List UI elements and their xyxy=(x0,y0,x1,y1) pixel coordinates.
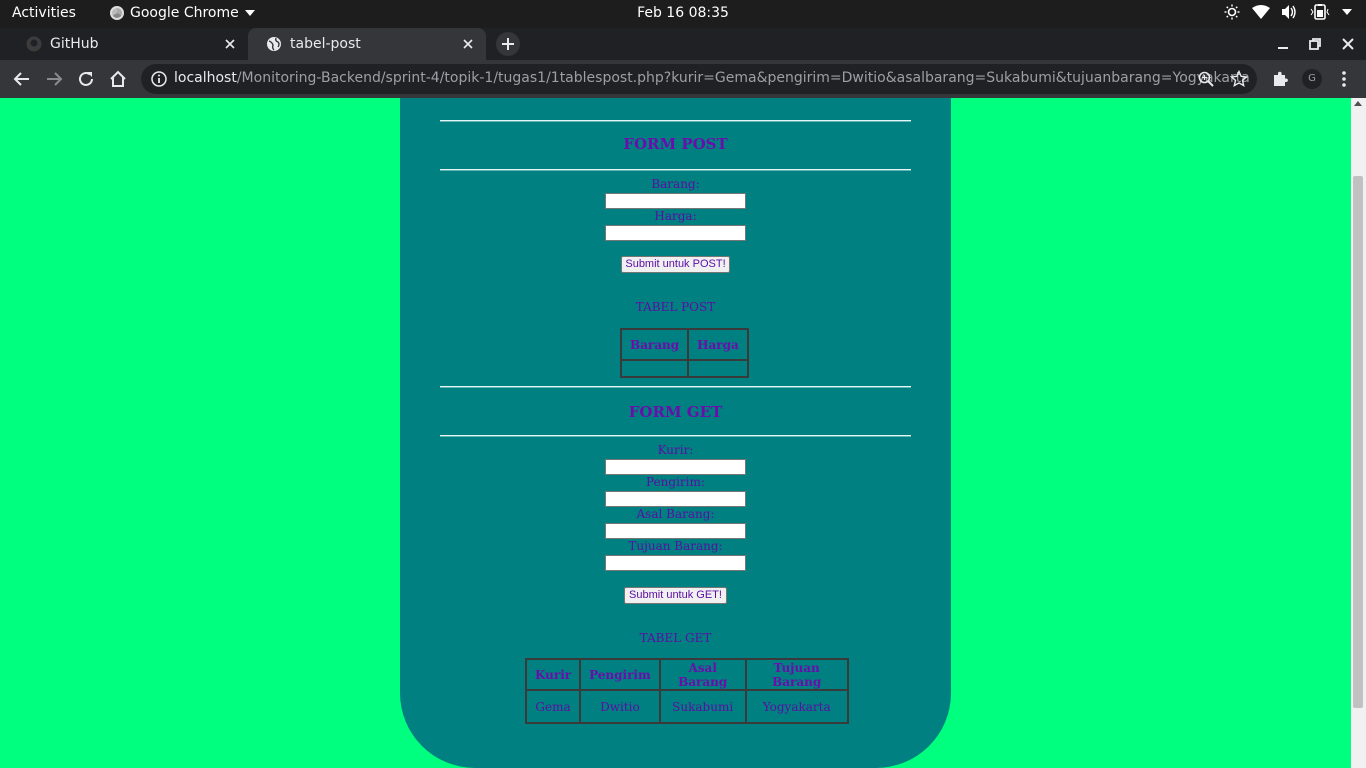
divider xyxy=(440,169,911,171)
puzzle-icon xyxy=(1274,71,1288,86)
battery-icon xyxy=(1310,4,1330,20)
table-cell: Yogyakarta xyxy=(745,690,848,723)
tab-title: GitHub xyxy=(50,36,99,52)
submit-get-button[interactable]: Submit untuk GET! xyxy=(624,587,727,604)
scroll-up-arrow-icon[interactable] xyxy=(1354,101,1362,106)
tujuan-barang-label: Tujuan Barang: xyxy=(628,539,723,553)
app-menu[interactable]: Google Chrome xyxy=(110,5,255,21)
table-post: Barang Harga xyxy=(620,328,749,378)
extensions-button[interactable] xyxy=(1270,69,1290,89)
browser-toolbar: localhost/Monitoring-Backend/sprint-4/to… xyxy=(0,60,1366,98)
tab-github[interactable]: GitHub xyxy=(8,28,248,60)
table-row xyxy=(621,360,748,377)
new-tab-button[interactable] xyxy=(496,32,520,56)
chrome-icon xyxy=(110,6,124,20)
home-icon xyxy=(110,70,126,87)
address-bar[interactable]: localhost/Monitoring-Backend/sprint-4/to… xyxy=(141,64,1257,94)
divider xyxy=(440,435,911,437)
forward-button[interactable] xyxy=(44,69,64,89)
wifi-icon xyxy=(1252,5,1270,19)
table-get-caption: TABEL GET xyxy=(639,631,712,645)
tujuan-barang-input[interactable] xyxy=(605,555,746,571)
form-get-heading: FORM GET xyxy=(628,403,723,421)
pengirim-input[interactable] xyxy=(605,491,746,507)
brightness-icon xyxy=(1224,4,1240,20)
restore-icon[interactable] xyxy=(1307,36,1323,52)
reload-icon xyxy=(79,71,93,86)
caret-down-icon xyxy=(244,10,255,16)
close-tab-icon[interactable] xyxy=(222,36,238,52)
column-header: Kurir xyxy=(526,659,581,690)
submit-post-button[interactable]: Submit untuk POST! xyxy=(621,256,730,273)
github-icon xyxy=(26,36,42,52)
asal-barang-input[interactable] xyxy=(605,523,746,539)
column-header: Barang xyxy=(621,329,689,360)
vertical-scrollbar[interactable] xyxy=(1351,98,1366,768)
tab-title: tabel-post xyxy=(290,36,361,52)
profile-avatar[interactable]: G xyxy=(1302,69,1322,89)
table-get: Kurir Pengirim Asal Barang Tujuan Barang… xyxy=(525,658,849,724)
plus-icon xyxy=(502,38,514,50)
barang-input[interactable] xyxy=(605,193,746,209)
harga-label: Harga: xyxy=(654,209,697,223)
column-header: Asal Barang xyxy=(659,659,746,690)
column-header: Harga xyxy=(688,329,748,360)
table-cell: Sukabumi xyxy=(659,690,746,723)
power-menu-caret-icon xyxy=(1342,9,1352,15)
asal-barang-label: Asal Barang: xyxy=(636,507,715,521)
table-header-row: Barang Harga xyxy=(621,329,748,360)
table-row: Gema Dwitio Sukabumi Yogyakarta xyxy=(526,690,848,723)
globe-icon xyxy=(266,36,282,52)
pengirim-label: Pengirim: xyxy=(646,475,705,489)
table-post-caption: TABEL POST xyxy=(635,300,716,314)
table-cell: Gema xyxy=(526,690,581,723)
back-button[interactable] xyxy=(12,69,32,89)
activities-button[interactable]: Activities xyxy=(12,5,76,21)
arrow-left-icon xyxy=(13,72,29,86)
url-host: localhost xyxy=(174,70,237,86)
close-tab-icon[interactable] xyxy=(460,36,476,52)
content-panel: FORM POST Barang: Harga: Submit untuk PO… xyxy=(400,98,951,768)
url-text[interactable]: localhost/Monitoring-Backend/sprint-4/to… xyxy=(174,70,1250,86)
scrollbar-thumb[interactable] xyxy=(1353,176,1363,708)
harga-input[interactable] xyxy=(605,225,746,241)
table-cell: Dwitio xyxy=(580,690,660,723)
home-button[interactable] xyxy=(108,69,128,89)
table-cell xyxy=(621,360,689,377)
reload-button[interactable] xyxy=(76,69,96,89)
bookmark-star-icon[interactable] xyxy=(1230,70,1248,88)
clock[interactable]: Feb 16 08:35 xyxy=(637,5,729,21)
divider xyxy=(440,386,911,388)
site-info-icon[interactable] xyxy=(151,71,167,87)
chrome-menu-button[interactable] xyxy=(1334,69,1354,89)
url-path: /Monitoring-Backend/sprint-4/topik-1/tug… xyxy=(236,70,1250,86)
table-header-row: Kurir Pengirim Asal Barang Tujuan Barang xyxy=(526,659,848,690)
tab-tabel-post[interactable]: tabel-post xyxy=(248,28,486,60)
system-top-bar: Activities Google Chrome Feb 16 08:35 xyxy=(0,0,1366,28)
tab-strip: GitHub tabel-post xyxy=(0,28,1366,60)
app-menu-label: Google Chrome xyxy=(130,5,239,21)
column-header: Pengirim xyxy=(580,659,660,690)
form-post-heading: FORM POST xyxy=(623,135,728,153)
kurir-label: Kurir: xyxy=(657,443,694,457)
system-tray[interactable] xyxy=(1224,4,1352,20)
barang-label: Barang: xyxy=(651,177,700,191)
minimize-icon[interactable] xyxy=(1275,36,1291,52)
table-cell xyxy=(688,360,748,377)
close-window-icon[interactable] xyxy=(1340,36,1356,52)
volume-icon xyxy=(1282,5,1296,19)
column-header: Tujuan Barang xyxy=(745,659,848,690)
divider xyxy=(440,120,911,122)
page-viewport: FORM POST Barang: Harga: Submit untuk PO… xyxy=(0,98,1366,768)
zoom-icon[interactable] xyxy=(1198,71,1214,87)
kebab-menu-icon xyxy=(1342,71,1346,87)
kurir-input[interactable] xyxy=(605,459,746,475)
arrow-right-icon xyxy=(47,72,63,86)
